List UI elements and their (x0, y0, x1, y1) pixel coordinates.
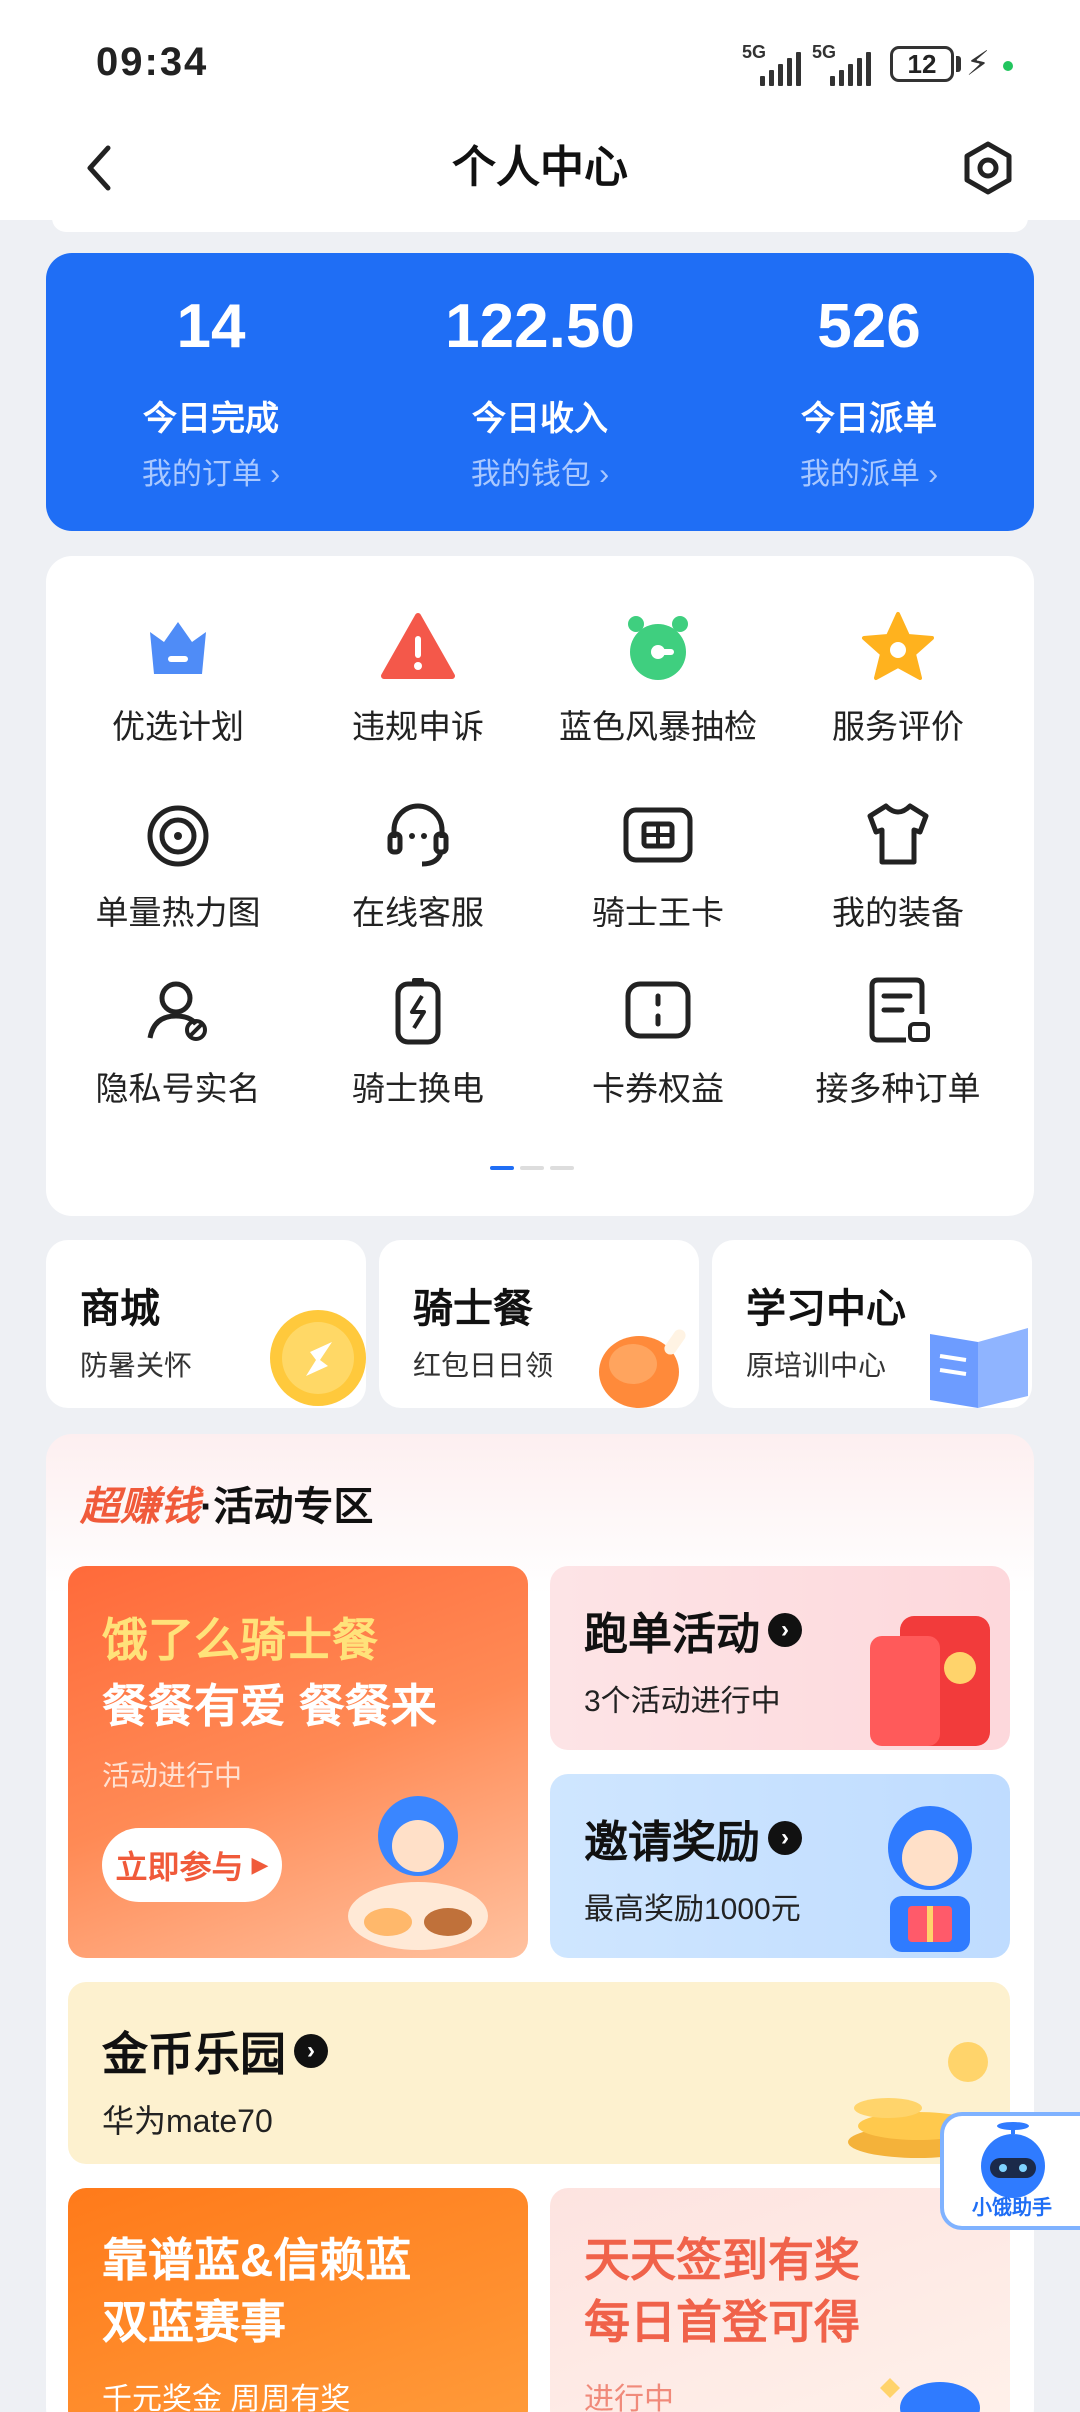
indicator-dot (1003, 61, 1013, 71)
grid-item-rating[interactable]: 服务评价 (778, 608, 1018, 778)
invite-reward-card[interactable]: 邀请奖励 › 最高奖励1000元 (550, 1774, 1010, 1958)
my-dispatch-link[interactable]: 我的派单 › (704, 449, 1034, 493)
order-doc-icon (869, 977, 930, 1043)
daily-signin-card[interactable]: 天天签到有奖 每日首登可得 进行中 (550, 2188, 1010, 2412)
double-blue-contest-card[interactable]: 靠谱蓝&信赖蓝 双蓝赛事 千元奖金 周周有奖 (68, 2188, 528, 2412)
mascot-illustration (880, 2378, 980, 2412)
red-envelope-icon (870, 1616, 990, 1746)
drumstick-icon (599, 1329, 686, 1408)
arrow-right-icon: › (768, 1613, 802, 1647)
assistant-floating-button[interactable]: 小饿助手 (940, 2112, 1080, 2230)
grid-item-privacy[interactable]: 隐私号实名 (58, 970, 298, 1140)
mascot-illustration (348, 1796, 488, 1950)
mall-card[interactable]: 商城 防暑关怀 (46, 1240, 366, 1408)
headset-icon (387, 803, 449, 867)
grid-item-support[interactable]: 在线客服 (298, 794, 538, 964)
sim-card-icon (623, 807, 693, 863)
charging-icon: ⚡ (966, 45, 990, 83)
grid-item-appeal[interactable]: 违规申诉 (298, 608, 538, 778)
battery-icon: 12 (890, 46, 954, 82)
learning-center-card[interactable]: 学习中心 原培训中心 (712, 1240, 1032, 1408)
run-activity-card[interactable]: 跑单活动 › 3个活动进行中 (550, 1566, 1010, 1750)
knight-meal-banner[interactable]: 饿了么骑士餐 餐餐有爱 餐餐来 活动进行中 立即参与 ▶ (68, 1566, 528, 1958)
star-icon (862, 612, 934, 680)
grid-item-battery-swap[interactable]: 骑士换电 (298, 970, 538, 1140)
today-stats-card: 14 今日完成 我的订单 › 122.50 今日收入 我的钱包 › 526 今日… (46, 253, 1034, 531)
settings-icon[interactable] (958, 138, 1018, 198)
page-title: 个人中心 (452, 143, 628, 192)
grid-item-coupon[interactable]: 卡券权益 (538, 970, 778, 1140)
heatmap-icon (147, 805, 209, 867)
status-time: 09:34 (96, 40, 209, 84)
knight-meal-card[interactable]: 骑士餐 红包日日领 (379, 1240, 699, 1408)
alarm-clock-icon (628, 616, 688, 680)
arrow-right-icon: › (294, 2034, 328, 2068)
coupon-icon (625, 981, 691, 1039)
book-icon (930, 1328, 1028, 1408)
arrow-right-icon: › (768, 1821, 802, 1855)
page-indicator (490, 1166, 574, 1170)
grid-item-youxuan[interactable]: 优选计划 (58, 608, 298, 778)
tshirt-icon (867, 803, 929, 865)
join-now-button[interactable]: 立即参与 ▶ (102, 1828, 282, 1902)
stat-completed[interactable]: 14 今日完成 我的订单 › (46, 253, 376, 531)
my-orders-link[interactable]: 我的订单 › (46, 449, 376, 493)
back-arrow-icon[interactable] (72, 138, 132, 198)
warning-icon (381, 613, 455, 679)
grid-item-equipment[interactable]: 我的装备 (778, 794, 1018, 964)
signal-icon: 5G (812, 42, 871, 86)
grid-item-wangka[interactable]: 骑士王卡 (538, 794, 778, 964)
stat-income[interactable]: 122.50 今日收入 我的钱包 › (375, 253, 705, 531)
my-wallet-link[interactable]: 我的钱包 › (375, 449, 705, 493)
stat-dispatch[interactable]: 526 今日派单 我的派单 › (704, 253, 1034, 531)
grid-item-multi-order[interactable]: 接多种订单 (778, 970, 1018, 1140)
mascot-gift-illustration (888, 1806, 972, 1952)
crown-icon (150, 622, 206, 674)
grid-item-heatmap[interactable]: 单量热力图 (58, 794, 298, 964)
user-privacy-icon (147, 981, 207, 1041)
gold-coin-icon (270, 1310, 366, 1406)
battery-swap-icon (395, 978, 441, 1045)
assistant-avatar-icon (981, 2122, 1045, 2198)
signal-icon: 5G (742, 42, 801, 86)
gold-coin-park-card[interactable]: 金币乐园 › 华为mate70 (68, 1982, 1010, 2164)
activity-heading: 超赚钱·活动专区 (80, 1485, 374, 1529)
grid-item-blue-storm[interactable]: 蓝色风暴抽检 (538, 608, 778, 778)
